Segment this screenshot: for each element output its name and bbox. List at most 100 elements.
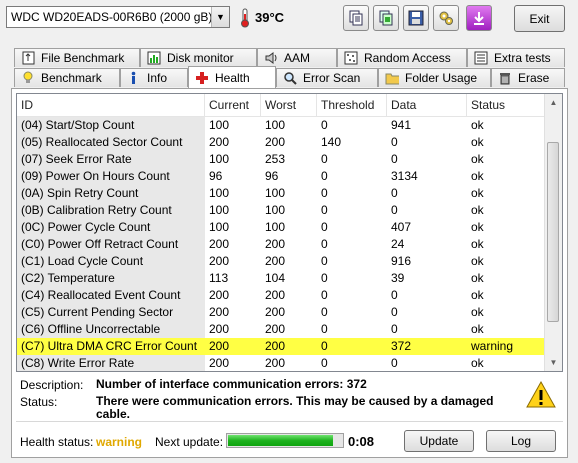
cell-threshold: 0 [321, 288, 328, 302]
column-header-worst[interactable]: Worst [261, 94, 317, 116]
update-button[interactable]: Update [404, 430, 474, 452]
cell-status: ok [471, 135, 484, 149]
cell-id: (C0) Power Off Retract Count [17, 236, 205, 253]
cell-data: 0 [391, 288, 398, 302]
cell-data: 0 [391, 305, 398, 319]
cell-threshold: 0 [321, 169, 328, 183]
tab-file-benchmark[interactable]: File Benchmark [14, 48, 140, 67]
folder-icon [385, 71, 399, 85]
tab-label: Info [147, 71, 168, 85]
tab-extra-tests[interactable]: Extra tests [467, 48, 565, 67]
cell-worst: 200 [265, 288, 286, 302]
scroll-down-icon[interactable]: ▼ [545, 354, 562, 371]
cell-current: 200 [209, 135, 230, 149]
tab-random-access[interactable]: Random Access [337, 48, 467, 67]
disk-monitor-icon [147, 51, 161, 65]
cell-current: 200 [209, 288, 230, 302]
update-button-label: Update [419, 434, 459, 448]
table-row[interactable]: (0C) Power Cycle Count 100 100 0 407 ok [17, 219, 546, 236]
table-row[interactable]: (C5) Current Pending Sector 200 200 0 0 ok [17, 304, 546, 321]
cell-worst: 100 [265, 203, 286, 217]
options-button[interactable] [433, 5, 459, 31]
column-header-current[interactable]: Current [205, 94, 261, 116]
cell-threshold: 0 [321, 186, 328, 200]
cell-threshold: 0 [321, 152, 328, 166]
health-status-value: warning [96, 435, 143, 449]
bulb-icon [21, 71, 35, 85]
options-icon [439, 11, 453, 25]
tab-label: Health [215, 70, 250, 85]
cell-data: 372 [387, 338, 467, 355]
cell-threshold: 0 [317, 338, 387, 355]
cell-worst: 200 [265, 237, 286, 251]
temperature-readout: 39°C [255, 10, 285, 25]
cell-threshold: 0 [321, 237, 328, 251]
cell-data: 0 [391, 203, 398, 217]
cell-worst: 200 [265, 322, 286, 336]
cell-current: 200 [209, 322, 230, 336]
scroll-thumb[interactable] [547, 142, 559, 322]
health-cross-icon [195, 71, 209, 85]
column-header-threshold[interactable]: Threshold [317, 94, 387, 116]
save-button[interactable] [403, 5, 429, 31]
copy-screen-button[interactable] [373, 5, 399, 31]
cell-status: ok [471, 271, 484, 285]
cell-data: 0 [391, 322, 398, 336]
cell-current: 200 [209, 356, 230, 370]
cell-worst: 253 [265, 152, 286, 166]
tab-info[interactable]: Info [120, 68, 188, 87]
drive-select-value: WDC WD20EADS-00R6B0 (2000 gB) [11, 10, 211, 24]
tab-disk-monitor[interactable]: Disk monitor [140, 48, 257, 67]
log-button[interactable]: Log [486, 430, 556, 452]
column-header-id[interactable]: ID [17, 94, 205, 116]
cell-threshold: 140 [321, 135, 342, 149]
cell-current: 100 [209, 118, 230, 132]
table-row[interactable]: (04) Start/Stop Count 100 100 0 941 ok [17, 117, 546, 134]
tab-erase[interactable]: Erase [491, 68, 565, 87]
table-row[interactable]: (09) Power On Hours Count 96 96 0 3134 ok [17, 168, 546, 185]
cell-status: ok [471, 186, 484, 200]
table-row[interactable]: (C0) Power Off Retract Count 200 200 0 24 ok [17, 236, 546, 253]
drive-select[interactable]: WDC WD20EADS-00R6B0 (2000 gB) ▼ [6, 6, 230, 28]
table-row[interactable]: (0B) Calibration Retry Count 100 100 0 0 ok [17, 202, 546, 219]
table-row[interactable]: (C1) Load Cycle Count 200 200 0 916 ok [17, 253, 546, 270]
tab-benchmark[interactable]: Benchmark [14, 68, 120, 87]
smart-table[interactable]: ID Current Worst Threshold Data Status (… [16, 93, 563, 372]
tab-label: File Benchmark [41, 51, 125, 65]
tab-aam[interactable]: AAM [257, 48, 337, 67]
exit-button-label: Exit [529, 11, 550, 26]
cell-id: (09) Power On Hours Count [17, 168, 205, 185]
table-row[interactable]: (C7) Ultra DMA CRC Error Count 200 200 0 372… [17, 338, 546, 355]
exit-button[interactable]: Exit [514, 5, 565, 32]
table-row[interactable]: (C8) Write Error Rate 200 200 0 0 ok [17, 355, 546, 371]
table-row[interactable]: (C4) Reallocated Event Count 200 200 0 0 ok [17, 287, 546, 304]
copy-text-button[interactable] [343, 5, 369, 31]
cell-current: 96 [209, 169, 223, 183]
scroll-up-icon[interactable]: ▲ [545, 94, 562, 111]
info-icon [127, 71, 141, 85]
cell-status: ok [471, 322, 484, 336]
cell-current: 200 [209, 305, 230, 319]
table-row[interactable]: (C6) Offline Uncorrectable 200 200 0 0 ok [17, 321, 546, 338]
column-header-status[interactable]: Status [467, 94, 546, 116]
table-row[interactable]: (C2) Temperature 113 104 0 39 ok [17, 270, 546, 287]
tab-error-scan[interactable]: Error Scan [276, 68, 378, 87]
column-header-data[interactable]: Data [387, 94, 467, 116]
cell-data: 916 [391, 254, 412, 268]
cell-status: ok [471, 288, 484, 302]
tab-health[interactable]: Health [188, 66, 276, 88]
cell-id: (C2) Temperature [17, 270, 205, 287]
table-row[interactable]: (0A) Spin Retry Count 100 100 0 0 ok [17, 185, 546, 202]
cell-status: ok [471, 305, 484, 319]
tab-folder-usage[interactable]: Folder Usage [378, 68, 491, 87]
cell-id: (04) Start/Stop Count [17, 117, 205, 134]
table-row[interactable]: (07) Seek Error Rate 100 253 0 0 ok [17, 151, 546, 168]
table-row[interactable]: (05) Reallocated Sector Count 200 200 140 0 o… [17, 134, 546, 151]
description-label: Description: [20, 378, 84, 392]
description-value: Number of interface communication errors… [96, 377, 367, 391]
download-button[interactable] [466, 5, 492, 31]
next-update-time: 0:08 [348, 434, 375, 449]
progress-fill [228, 435, 333, 446]
chevron-down-icon[interactable]: ▼ [211, 7, 229, 27]
table-scrollbar[interactable]: ▲ ▼ [544, 94, 562, 371]
